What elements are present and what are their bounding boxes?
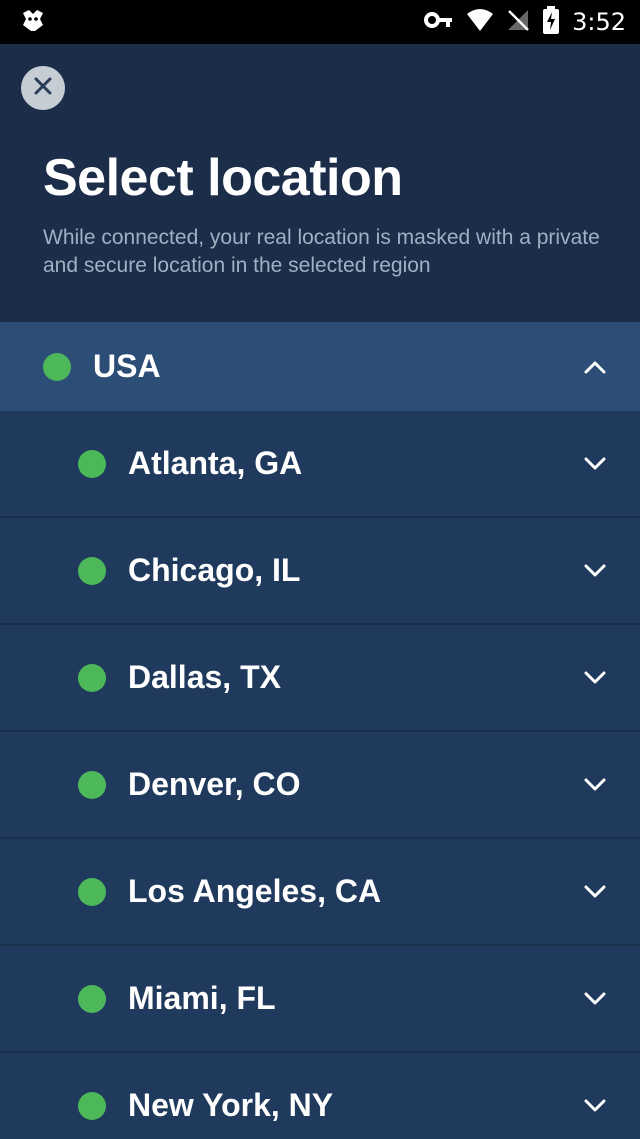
city-label: Chicago, IL <box>128 552 301 588</box>
status-online-dot <box>43 352 71 381</box>
city-row[interactable]: Chicago, IL <box>0 518 640 625</box>
city-row[interactable]: Dallas, TX <box>0 625 640 732</box>
status-bar: 3:52 <box>0 0 640 44</box>
country-label: USA <box>93 348 161 384</box>
status-online-dot <box>78 770 106 799</box>
city-label: Denver, CO <box>128 766 301 802</box>
chevron-down-icon[interactable] <box>580 984 610 1014</box>
status-online-dot <box>78 663 106 692</box>
app-notification-icon <box>20 7 46 38</box>
city-label: Miami, FL <box>128 980 276 1016</box>
status-online-dot <box>78 877 106 906</box>
no-signal-icon <box>506 8 530 37</box>
city-row[interactable]: Denver, CO <box>0 732 640 839</box>
close-button[interactable] <box>21 66 65 110</box>
chevron-down-icon[interactable] <box>580 770 610 800</box>
wifi-icon <box>466 8 494 37</box>
chevron-down-icon[interactable] <box>580 556 610 586</box>
vpn-key-icon <box>424 10 454 35</box>
status-time: 3:52 <box>572 8 626 36</box>
city-label: Los Angeles, CA <box>128 873 382 909</box>
city-row[interactable]: Miami, FL <box>0 946 640 1053</box>
status-online-dot <box>78 556 106 585</box>
location-list: USA Atlanta, GA Chicago, IL Dallas, TX D… <box>0 322 640 1139</box>
chevron-down-icon[interactable] <box>580 877 610 907</box>
chevron-down-icon[interactable] <box>580 449 610 479</box>
page-subtitle: While connected, your real location is m… <box>43 226 600 277</box>
status-online-dot <box>78 984 106 1013</box>
close-icon <box>33 76 53 101</box>
city-label: New York, NY <box>128 1087 334 1123</box>
city-row[interactable]: New York, NY <box>0 1053 640 1139</box>
header: Select location While connected, your re… <box>0 44 640 322</box>
city-row[interactable]: Atlanta, GA <box>0 411 640 518</box>
city-label: Dallas, TX <box>128 659 281 695</box>
country-row-usa[interactable]: USA <box>0 322 640 411</box>
status-online-dot <box>78 449 106 478</box>
city-row[interactable]: Los Angeles, CA <box>0 839 640 946</box>
chevron-up-icon[interactable] <box>580 352 610 382</box>
battery-charging-icon <box>542 5 560 39</box>
city-label: Atlanta, GA <box>128 445 303 481</box>
chevron-down-icon[interactable] <box>580 1091 610 1121</box>
status-online-dot <box>78 1091 106 1120</box>
chevron-down-icon[interactable] <box>580 663 610 693</box>
page-title: Select location <box>43 149 403 207</box>
